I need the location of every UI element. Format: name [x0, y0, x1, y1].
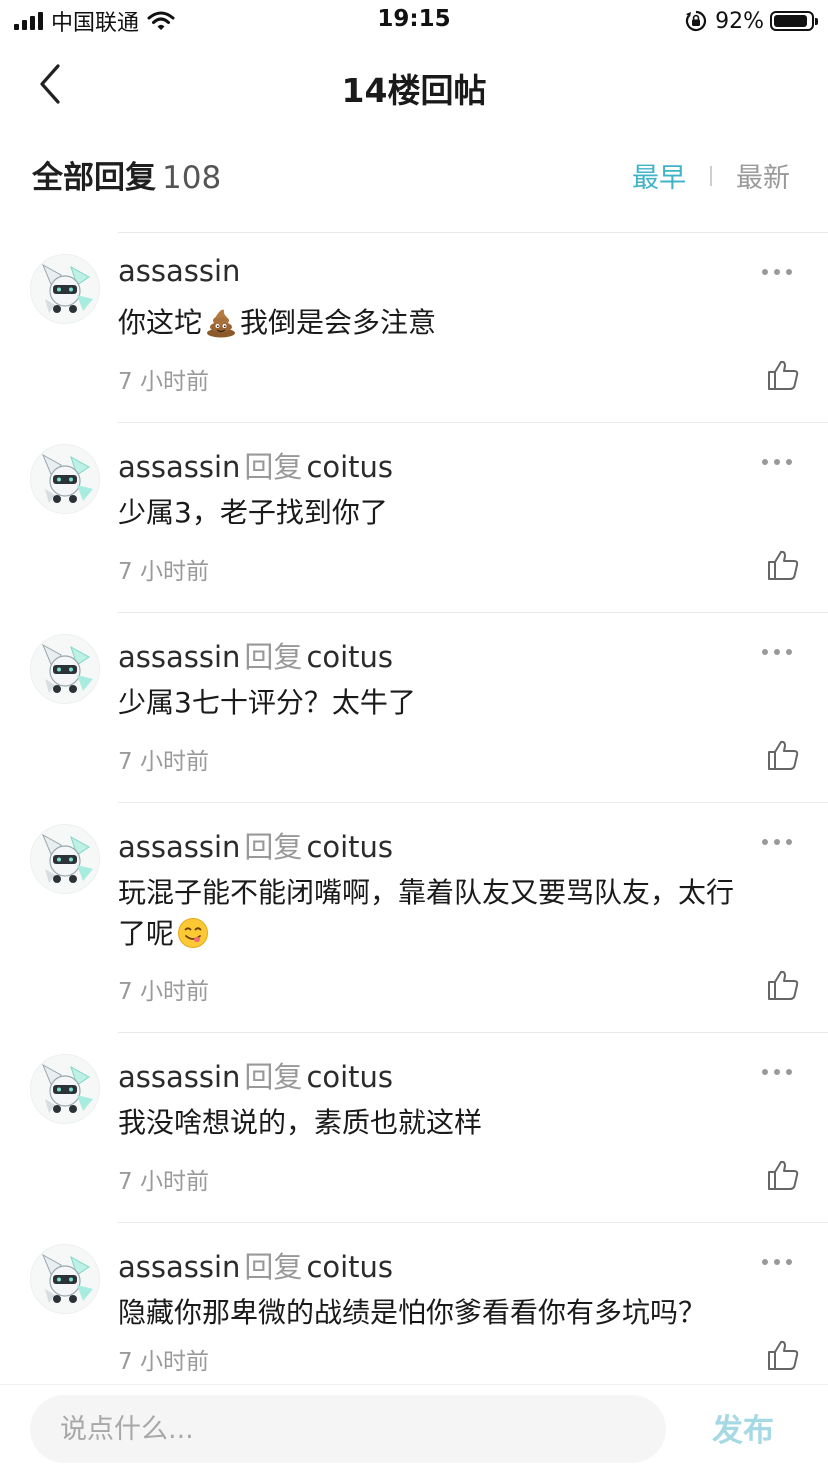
comment-text: 玩混子能不能闭嘴啊，靠着队友又要骂队友，太行 了呢	[118, 872, 798, 954]
reply-label: 回复	[244, 1060, 303, 1094]
reply-to-name[interactable]: coitus	[306, 450, 393, 484]
more-options-icon[interactable]	[762, 458, 792, 466]
reply-label: 回复	[244, 640, 303, 674]
comment-time: 7 小时前	[118, 1169, 209, 1195]
comment-text: 少属3，老子找到你了	[118, 496, 388, 529]
divider	[118, 1032, 828, 1033]
comment-item: assassin 回复 coitus 玩混子能不能闭嘴啊，靠着队友又要骂队友，太行了…	[0, 802, 828, 1032]
battery-icon	[770, 11, 818, 31]
comment-time: 7 小时前	[118, 559, 209, 585]
comment-list: assassin 你这坨 💩 我倒是会多注意 7 小时前 assassin回复c…	[0, 232, 828, 1392]
comment-text-part: 我倒是会多注意	[240, 306, 437, 339]
comment-text: 你这坨 💩 我倒是会多注意	[118, 302, 798, 343]
sort-latest-button[interactable]: 最新	[736, 156, 790, 195]
avatar[interactable]	[30, 1054, 100, 1124]
reply-label: 回复	[244, 1250, 303, 1284]
author-name[interactable]: assassin	[118, 640, 240, 674]
author-name[interactable]: assassin	[118, 450, 240, 484]
status-bar: 中国联通 19:15 92%	[0, 0, 828, 44]
comment-item: assassin 回复 coitus 少属3七十评分？太牛了 7 小时前	[0, 612, 828, 802]
comment-item: assassin 回复 coitus 少属3，老子找到你了 7 小时前	[0, 422, 828, 612]
author-name[interactable]: assassin	[118, 1060, 240, 1094]
more-options-icon[interactable]	[762, 648, 792, 656]
author-name[interactable]: assassin	[118, 1250, 240, 1284]
page-title: 14楼回帖	[341, 71, 487, 110]
reply-label: 回复	[244, 830, 303, 864]
comment-item: assassin 回复 coitus 隐藏你那卑微的战绩是怕你爹看看你有多坑吗？ 7…	[0, 1222, 828, 1392]
battery-percentage: 92%	[715, 8, 764, 34]
sort-earliest-button[interactable]: 最早	[632, 156, 686, 195]
comment-text-line: 玩混子能不能闭嘴啊，靠着队友又要骂队友，太行	[118, 876, 735, 909]
reply-count: 108	[162, 160, 222, 196]
comment-item: assassin 回复 coitus 我没啥想说的，素质也就这样 7 小时前	[0, 1032, 828, 1222]
divider	[118, 612, 828, 613]
author-name[interactable]: assassin	[118, 830, 240, 864]
comment-time: 7 小时前	[118, 369, 209, 395]
avatar[interactable]	[30, 824, 100, 894]
comment-time: 7 小时前	[118, 1349, 209, 1375]
thumbs-up-icon[interactable]	[766, 358, 800, 392]
comment-input[interactable]	[30, 1395, 666, 1463]
orientation-lock-icon	[685, 10, 707, 32]
more-options-icon[interactable]	[762, 1258, 792, 1266]
replies-header: 全部回复 108 最早 最新	[32, 150, 796, 196]
more-options-icon[interactable]	[762, 838, 792, 846]
thumbs-up-icon[interactable]	[766, 738, 800, 772]
comment-time: 7 小时前	[118, 979, 209, 1005]
reply-to-name[interactable]: coitus	[306, 1250, 393, 1284]
more-options-icon[interactable]	[762, 268, 792, 276]
avatar[interactable]	[30, 1244, 100, 1314]
comment-text: 少属3七十评分？太牛了	[118, 686, 416, 719]
divider	[118, 422, 828, 423]
comment-text: 我没啥想说的，素质也就这样	[118, 1106, 483, 1139]
reply-to-name[interactable]: coitus	[306, 1060, 393, 1094]
divider	[118, 232, 828, 233]
sort-toggle: 最早 最新	[632, 156, 790, 195]
avatar[interactable]	[30, 634, 100, 704]
thumbs-up-icon[interactable]	[766, 968, 800, 1002]
comment-text: 隐藏你那卑微的战绩是怕你爹看看你有多坑吗？	[118, 1296, 707, 1329]
status-right: 92%	[685, 8, 818, 34]
thumbs-up-icon[interactable]	[766, 548, 800, 582]
author-name[interactable]: assassin	[118, 254, 240, 288]
comment-text-line: 了呢	[118, 917, 175, 950]
comment-time: 7 小时前	[118, 749, 209, 775]
comment-text-part: 你这坨	[118, 306, 203, 339]
yum-emoji-icon	[178, 918, 209, 948]
comment-header: assassin 回复 coitus	[118, 444, 393, 486]
comment-header: assassin	[118, 254, 240, 288]
comment-header: assassin 回复 coitus	[118, 1054, 393, 1096]
avatar[interactable]	[30, 254, 100, 324]
reply-to-name[interactable]: coitus	[306, 640, 393, 674]
thumbs-up-icon[interactable]	[766, 1158, 800, 1192]
navigation-bar: 14楼回帖	[0, 44, 828, 128]
more-options-icon[interactable]	[762, 1068, 792, 1076]
poop-emoji-icon: 💩	[207, 309, 236, 338]
comment-header: assassin 回复 coitus	[118, 634, 393, 676]
sort-divider	[710, 165, 712, 186]
reply-to-name[interactable]: coitus	[306, 830, 393, 864]
divider	[118, 802, 828, 803]
all-replies-title: 全部回复 108	[32, 152, 221, 197]
comment-header: assassin 回复 coitus	[118, 1244, 393, 1286]
comment-input-bar: 发布	[0, 1384, 828, 1473]
avatar[interactable]	[30, 444, 100, 514]
thumbs-up-icon[interactable]	[766, 1338, 800, 1372]
comment-item: assassin 你这坨 💩 我倒是会多注意 7 小时前	[0, 232, 828, 422]
publish-button[interactable]: 发布	[712, 1405, 774, 1450]
comment-header: assassin 回复 coitus	[118, 824, 393, 866]
divider	[118, 1222, 828, 1223]
all-replies-label: 全部回复	[32, 160, 156, 196]
reply-label: 回复	[244, 450, 303, 484]
